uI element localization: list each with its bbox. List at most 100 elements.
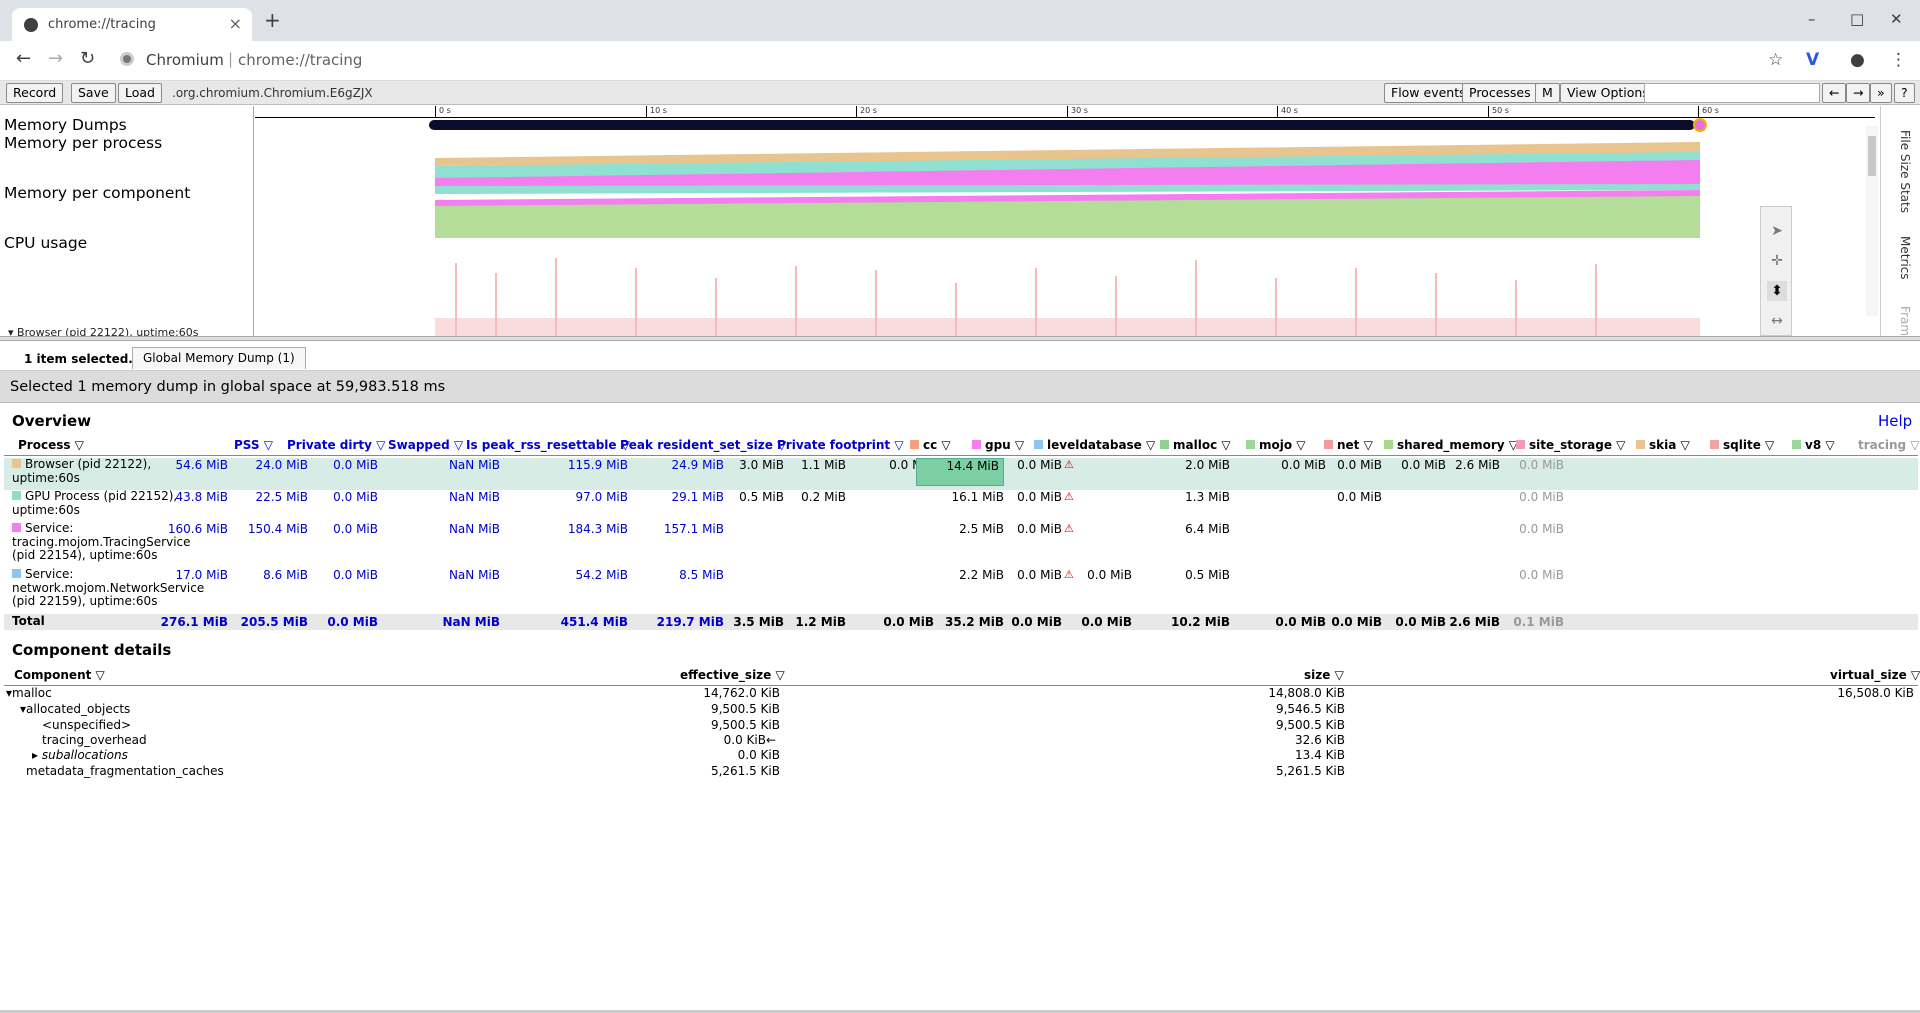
extension-icon[interactable]: V	[1806, 50, 1819, 70]
cell-swapped[interactable]: 0.0 MiB	[333, 568, 378, 582]
component-row[interactable]: metadata_fragmentation_caches 5,261.5 KiB…	[4, 764, 1918, 782]
cell-shared-memory[interactable]: 1.3 MiB	[1185, 490, 1230, 504]
col-header-skia[interactable]: skia ▽	[1636, 438, 1690, 456]
side-tab-metrics[interactable]: Metrics	[1898, 236, 1912, 280]
col-header-process[interactable]: Process ▽	[18, 438, 84, 456]
cell-mojo[interactable]: 0.0 MiB	[1017, 568, 1062, 582]
cell-is-peak[interactable]: NaN MiB	[449, 490, 500, 504]
cell-peak-rss[interactable]: 97.0 MiB	[576, 490, 628, 504]
flow-events-button[interactable]: Flow events	[1384, 83, 1473, 103]
cell-gpu[interactable]: 1.1 MiB	[801, 458, 846, 472]
selection-tool-icon[interactable]: ➤	[1767, 221, 1787, 241]
cell-private-footprint[interactable]: 24.9 MiB	[672, 458, 724, 472]
find-prev-button[interactable]: ←	[1822, 83, 1847, 103]
cell-private-dirty[interactable]: 24.0 MiB	[256, 458, 308, 472]
warning-icon[interactable]: ⚠	[1064, 522, 1074, 535]
cell-is-peak[interactable]: NaN MiB	[449, 568, 500, 582]
pan-tool-icon[interactable]: ✛	[1767, 251, 1787, 271]
cell-private-footprint[interactable]: 157.1 MiB	[664, 522, 724, 536]
browser-tab[interactable]: chrome://tracing ×	[12, 8, 252, 41]
cell-pss[interactable]: 43.8 MiB	[176, 490, 228, 504]
side-tab-file-size-stats[interactable]: File Size Stats	[1898, 130, 1912, 213]
overview-row[interactable]: Service: network.mojom.NetworkService (p…	[4, 567, 1918, 614]
cell-peak-rss[interactable]: 115.9 MiB	[568, 458, 628, 472]
omnibox[interactable]: Chromium | chrome://tracing	[120, 48, 1740, 74]
cell-malloc[interactable]: 14.4 MiB	[915, 458, 1004, 486]
cell-tracing[interactable]: 0.0 MiB	[1519, 458, 1564, 472]
tab-global-memory-dump[interactable]: Global Memory Dump (1)	[132, 347, 306, 369]
view-options-button[interactable]: View Options	[1560, 83, 1656, 103]
memory-dumps-track[interactable]	[429, 118, 1707, 132]
warning-icon[interactable]: ⚠	[1064, 490, 1074, 503]
col-header-size[interactable]: size ▽	[1304, 668, 1344, 682]
col-header-net[interactable]: net ▽	[1324, 438, 1373, 456]
col-header-mojo[interactable]: mojo ▽	[1246, 438, 1306, 456]
warning-icon[interactable]: ⚠	[1064, 568, 1074, 581]
zoom-tool-icon[interactable]: ⬍	[1767, 281, 1787, 301]
cell-swapped[interactable]: 0.0 MiB	[333, 490, 378, 504]
metadata-button[interactable]: M	[1535, 83, 1560, 103]
cell-peak-rss[interactable]: 54.2 MiB	[576, 568, 628, 582]
col-header-site-storage[interactable]: site_storage ▽	[1516, 438, 1625, 456]
cell-tracing[interactable]: 0.0 MiB	[1519, 522, 1564, 536]
cell-skia[interactable]: 0.0 MiB	[1337, 458, 1382, 472]
col-header-peak-rss[interactable]: Peak resident_set_size ▽	[620, 438, 786, 456]
back-icon[interactable]: ←	[16, 48, 31, 69]
cell-malloc[interactable]: 16.1 MiB	[952, 490, 1004, 504]
menu-icon[interactable]: ⋮	[1890, 50, 1907, 70]
overview-row[interactable]: GPU Process (pid 22152), uptime:60s 43.8 …	[4, 489, 1918, 522]
side-tab-frame[interactable]: Frame	[1898, 306, 1912, 336]
cell-private-footprint[interactable]: 8.5 MiB	[679, 568, 724, 582]
cell-swapped[interactable]: 0.0 MiB	[333, 458, 378, 472]
col-header-cc[interactable]: cc ▽	[910, 438, 951, 456]
cell-malloc[interactable]: 2.2 MiB	[959, 568, 1004, 582]
cell-private-dirty[interactable]: 150.4 MiB	[248, 522, 308, 536]
col-header-private-dirty[interactable]: Private dirty ▽	[287, 438, 385, 456]
col-header-swapped[interactable]: Swapped ▽	[388, 438, 463, 456]
close-window-icon[interactable]: ✕	[1890, 10, 1903, 28]
col-header-tracing[interactable]: tracing ▽	[1858, 438, 1920, 456]
timeline-tracks[interactable]	[255, 118, 1875, 336]
overview-row[interactable]: Service: tracing.mojom.TracingService (p…	[4, 521, 1918, 568]
col-header-sqlite[interactable]: sqlite ▽	[1710, 438, 1774, 456]
cell-net[interactable]: 0.0 MiB	[1087, 568, 1132, 582]
cell-private-dirty[interactable]: 8.6 MiB	[263, 568, 308, 582]
close-tab-icon[interactable]: ×	[229, 14, 242, 33]
col-header-is-peak[interactable]: Is peak_rss_resettable ▽	[466, 438, 630, 456]
find-next-button[interactable]: →	[1846, 83, 1871, 103]
help-link[interactable]: Help	[1878, 412, 1912, 430]
cell-is-peak[interactable]: NaN MiB	[449, 522, 500, 536]
col-header-leveldatabase[interactable]: leveldatabase ▽	[1034, 438, 1155, 456]
timing-tool-icon[interactable]: ↔	[1767, 311, 1787, 331]
cell-cc[interactable]: 0.5 MiB	[739, 490, 784, 504]
cell-tracing[interactable]: 0.0 MiB	[1519, 490, 1564, 504]
minimize-icon[interactable]: –	[1808, 10, 1816, 28]
cell-gpu[interactable]: 0.2 MiB	[801, 490, 846, 504]
forward-icon[interactable]: →	[48, 48, 63, 69]
collapsed-arrow-icon[interactable]: ▸	[32, 748, 42, 762]
cell-shared-memory[interactable]: 6.4 MiB	[1185, 522, 1230, 536]
cell-mojo[interactable]: 0.0 MiB	[1017, 458, 1062, 472]
help-button[interactable]: ?	[1894, 83, 1915, 103]
cell-shared-memory[interactable]: 2.0 MiB	[1185, 458, 1230, 472]
col-header-shared-memory[interactable]: shared_memory ▽	[1384, 438, 1518, 456]
col-header-malloc[interactable]: malloc ▽	[1160, 438, 1231, 456]
col-header-pss[interactable]: PSS ▽	[234, 438, 273, 456]
cell-peak-rss[interactable]: 184.3 MiB	[568, 522, 628, 536]
warning-icon[interactable]: ⚠	[1064, 458, 1074, 471]
scrollbar-thumb[interactable]	[1868, 136, 1876, 176]
cell-private-footprint[interactable]: 29.1 MiB	[672, 490, 724, 504]
col-header-component[interactable]: Component ▽	[14, 668, 105, 682]
cell-mojo[interactable]: 0.0 MiB	[1017, 522, 1062, 536]
col-header-private-footprint[interactable]: Private footprint ▽	[777, 438, 904, 456]
timeline-scrollbar[interactable]	[1866, 126, 1878, 316]
process-track-header[interactable]: ▾ Browser (pid 22122), uptime:60s	[0, 326, 198, 336]
record-button[interactable]: Record	[6, 83, 64, 103]
col-header-virtual-size[interactable]: virtual_size ▽	[1830, 668, 1920, 682]
col-header-effective-size[interactable]: effective_size ▽	[680, 668, 785, 682]
cell-private-dirty[interactable]: 22.5 MiB	[256, 490, 308, 504]
maximize-icon[interactable]: □	[1850, 10, 1864, 28]
cell-v8[interactable]: 2.6 MiB	[1455, 458, 1500, 472]
cell-pss[interactable]: 160.6 MiB	[168, 522, 228, 536]
cell-skia[interactable]: 0.0 MiB	[1337, 490, 1382, 504]
